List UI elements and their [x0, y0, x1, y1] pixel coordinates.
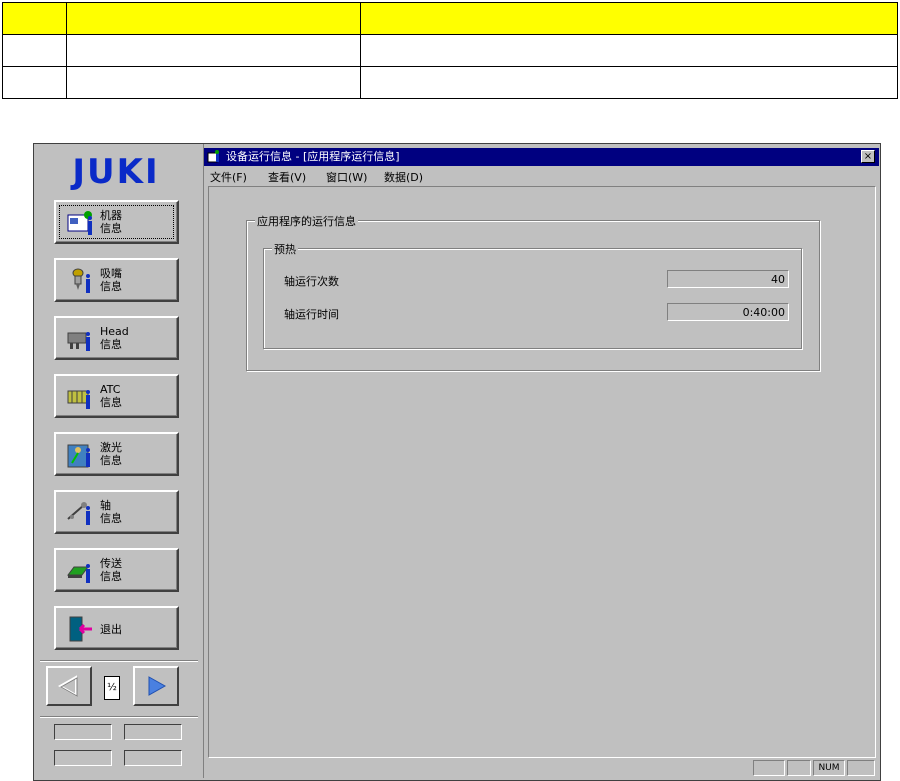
atc-info-label: ATC 信息 — [100, 383, 122, 409]
nozzle-info-label: 吸嘴 信息 — [100, 267, 122, 293]
conveyor-info-icon — [67, 564, 90, 583]
window-title: 设备运行信息 - [应用程序运行信息] — [226, 150, 400, 163]
conveyor-info-label: 传送 信息 — [100, 557, 122, 583]
axis-run-time-field: 0:40:00 — [667, 303, 789, 321]
application-window: JUKI 机器 信息 吸嘴 信息 Head 信息 ATC 信息 激光 信息 轴 … — [33, 143, 881, 781]
laser-info-button[interactable]: 激光 信息 — [54, 432, 179, 476]
laser-info-label: 激光 信息 — [100, 441, 122, 467]
window-icon — [207, 150, 219, 163]
head-info-label: Head 信息 — [100, 325, 129, 351]
title-bar[interactable]: 设备运行信息 - [应用程序运行信息] × — [204, 148, 879, 166]
exit-button[interactable]: 退出 — [54, 606, 179, 650]
atc-info-icon — [67, 390, 90, 409]
axis-run-count-label: 轴运行次数 — [284, 275, 339, 288]
table-cell — [66, 2, 361, 35]
menu-bar: 文件(F) 查看(V) 窗口(W) 数据(D) — [204, 167, 879, 185]
status-slot — [54, 750, 112, 766]
axis-info-icon — [67, 502, 90, 525]
page-indicator: ½ — [104, 676, 120, 700]
client-area: 应用程序的运行信息 预热 轴运行次数 40 轴运行时间 0:40:00 — [208, 186, 876, 758]
table-cell — [360, 2, 898, 35]
status-slot — [54, 724, 112, 740]
close-button[interactable]: × — [861, 150, 875, 163]
table-cell — [360, 66, 898, 99]
status-slot — [124, 724, 182, 740]
menu-file[interactable]: 文件(F) — [210, 169, 247, 185]
left-nav-panel: JUKI 机器 信息 吸嘴 信息 Head 信息 ATC 信息 激光 信息 轴 … — [34, 144, 204, 778]
table-cell — [2, 34, 67, 67]
table-cell — [66, 34, 361, 67]
table-cell — [360, 34, 898, 67]
nozzle-info-icon — [72, 268, 90, 293]
machine-info-icon — [67, 211, 92, 235]
exit-icon — [69, 616, 92, 642]
table-header-row — [2, 2, 898, 35]
machine-info-button[interactable]: 机器 信息 — [54, 200, 179, 244]
arrow-right-icon — [148, 676, 167, 696]
axis-info-button[interactable]: 轴 信息 — [54, 490, 179, 534]
menu-window[interactable]: 窗口(W) — [326, 169, 367, 185]
status-pane — [787, 760, 811, 776]
arrow-left-icon — [57, 675, 78, 697]
svg-text:JUKI: JUKI — [70, 152, 159, 190]
num-lock-indicator: NUM — [813, 760, 845, 776]
axis-run-count-field: 40 — [667, 270, 789, 288]
table-cell — [2, 2, 67, 35]
status-pane — [847, 760, 875, 776]
laser-info-icon — [67, 444, 90, 468]
operation-info-window: 设备运行信息 - [应用程序运行信息] × 文件(F) 查看(V) 窗口(W) … — [204, 148, 879, 778]
head-info-icon — [67, 332, 90, 351]
menu-view[interactable]: 查看(V) — [268, 169, 306, 185]
app-run-info-group: 应用程序的运行信息 预热 轴运行次数 40 轴运行时间 0:40:00 — [246, 213, 820, 371]
juki-logo: JUKI — [70, 152, 159, 190]
page-navigator: ½ — [44, 666, 189, 712]
divider — [40, 660, 198, 662]
status-pane — [753, 760, 785, 776]
atc-info-button[interactable]: ATC 信息 — [54, 374, 179, 418]
table-cell — [66, 66, 361, 99]
status-slot — [124, 750, 182, 766]
divider — [40, 716, 198, 718]
next-page-button[interactable] — [133, 666, 179, 706]
head-info-button[interactable]: Head 信息 — [54, 316, 179, 360]
machine-info-label: 机器 信息 — [100, 209, 122, 235]
warmup-title: 预热 — [272, 241, 298, 257]
prev-page-button[interactable] — [46, 666, 92, 706]
top-table — [2, 2, 898, 99]
table-row — [2, 34, 898, 67]
status-bar: NUM — [204, 758, 879, 778]
app-run-info-title: 应用程序的运行信息 — [255, 213, 358, 229]
menu-data[interactable]: 数据(D) — [384, 169, 423, 185]
table-row — [2, 66, 898, 99]
warmup-group: 预热 轴运行次数 40 轴运行时间 0:40:00 — [263, 241, 802, 349]
axis-info-label: 轴 信息 — [100, 499, 122, 525]
nozzle-info-button[interactable]: 吸嘴 信息 — [54, 258, 179, 302]
table-cell — [2, 66, 67, 99]
axis-run-time-label: 轴运行时间 — [284, 308, 339, 321]
conveyor-info-button[interactable]: 传送 信息 — [54, 548, 179, 592]
exit-label: 退出 — [100, 623, 122, 636]
